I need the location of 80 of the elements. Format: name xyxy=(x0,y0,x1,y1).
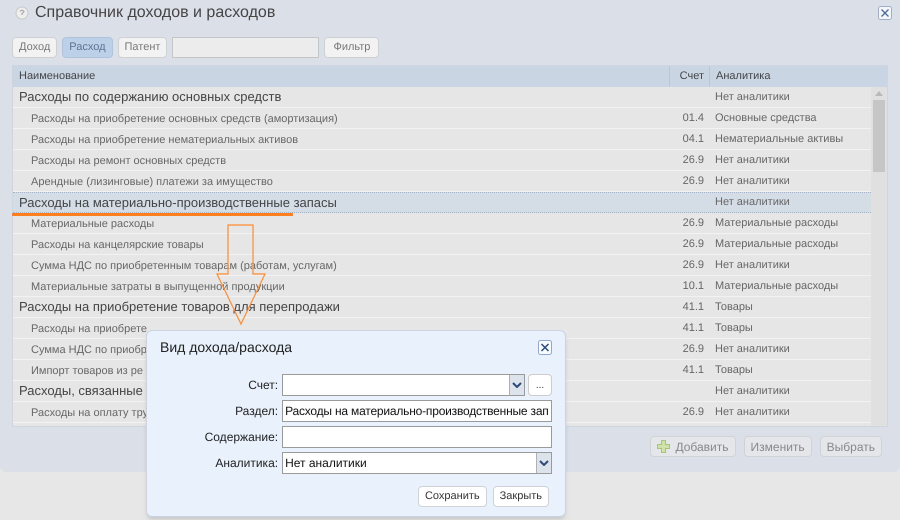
item-name: Импорт товаров из ре xyxy=(31,365,143,377)
table-row[interactable]: Материальные расходы 26.9 Материальные расходы xyxy=(13,213,871,234)
item-name: Арендные (лизинговые) платежи за имущество xyxy=(31,176,273,188)
scroll-up-icon[interactable] xyxy=(875,91,883,96)
field-label: Содержание: xyxy=(204,429,278,446)
account-cell-text: 26.9 xyxy=(682,404,705,420)
dialog-button[interactable]: Закрыть xyxy=(492,486,549,507)
column-header[interactable]: Счет xyxy=(669,66,709,87)
analytics-cell-text: Нет аналитики xyxy=(714,404,791,420)
analytics-cell-text: Нет аналитики xyxy=(714,90,791,105)
analytics-cell-text: Нет аналитики xyxy=(714,152,791,168)
field-label: Счет: xyxy=(247,377,278,394)
account-combo[interactable] xyxy=(282,374,525,396)
action-button[interactable]: Выбрать xyxy=(820,436,882,457)
table-row[interactable]: Расходы по содержанию основных средств Нет аналитики xyxy=(13,87,871,108)
action-button[interactable]: Изменить xyxy=(744,436,812,457)
analytics-cell-text: Материальные расходы xyxy=(714,236,840,252)
analytics-cell-text: Нет аналитики xyxy=(714,258,791,273)
field-label: Аналитика: xyxy=(214,455,278,472)
analytics-select[interactable]: Нет аналитики xyxy=(282,452,552,474)
account-cell-text: 26.9 xyxy=(682,258,705,273)
analytics-cell-text: Материальные расходы xyxy=(714,278,840,294)
analytics-cell-text: Товары xyxy=(714,300,754,315)
account-cell-text: 41.1 xyxy=(682,362,705,378)
account-cell-text: 10.1 xyxy=(682,278,705,294)
help-icon[interactable] xyxy=(15,6,29,20)
account-cell-text: 41.1 xyxy=(682,320,705,336)
group-name: Расходы по содержанию основных средств xyxy=(19,89,282,104)
scroll-thumb[interactable] xyxy=(873,100,885,172)
caret-icon xyxy=(512,382,522,388)
account-cell-text: 26.9 xyxy=(682,216,705,231)
group-name: Расходы на материально-производственные запасы xyxy=(19,194,337,210)
analytics-cell-text: Материальные расходы xyxy=(714,216,840,231)
analytics-cell-text: Нематериальные активы xyxy=(714,132,844,147)
account-cell-text: 41.1 xyxy=(682,300,705,315)
plus-icon xyxy=(657,440,670,453)
table-row[interactable]: Расходы на ремонт основных средств 26.9 Нет аналитики xyxy=(13,150,871,171)
group-name: Расходы, связанные xyxy=(19,383,143,398)
item-name: Расходы на приобретение основных средств (амортизация) xyxy=(31,113,338,125)
item-name: Материальные расходы xyxy=(31,218,154,230)
browse-button[interactable]: ... xyxy=(528,374,552,396)
account-cell-text: 26.9 xyxy=(682,152,705,168)
close-icon[interactable] xyxy=(538,340,552,354)
analytics-cell-text: Основные средства xyxy=(714,110,818,126)
column-header[interactable]: Наименование xyxy=(13,66,669,87)
analytics-cell-text: Нет аналитики xyxy=(714,195,791,210)
account-cell-text: 26.9 xyxy=(682,236,705,252)
item-name: Расходы на канцелярские товары xyxy=(31,239,204,251)
caret-icon xyxy=(539,460,549,466)
item-name: Расходы на приобретение нематериальных активов xyxy=(31,134,298,146)
add-button[interactable]: Добавить xyxy=(650,436,736,457)
filter-tab[interactable]: Патент xyxy=(118,37,168,58)
input-field[interactable] xyxy=(282,426,552,448)
analytics-cell-text: Товары xyxy=(714,320,754,336)
table-row[interactable]: Расходы на канцелярские товары 26.9 Материальные расходы xyxy=(13,234,871,255)
account-cell-text: 01.4 xyxy=(682,110,705,126)
table-row[interactable]: Расходы на материально-производственные запасы Нет аналитики xyxy=(13,192,871,213)
window-title: Справочник доходов и расходов xyxy=(35,3,276,23)
filter-button[interactable]: Фильтр xyxy=(324,37,380,58)
analytics-cell-text: Нет аналитики xyxy=(714,342,791,357)
filter-tab[interactable]: Расход xyxy=(62,37,113,58)
account-cell-text: 04.1 xyxy=(682,132,705,147)
account-cell-text: 26.9 xyxy=(682,174,705,189)
scrollbar[interactable] xyxy=(871,87,887,426)
analytics-cell-text: Нет аналитики xyxy=(714,384,791,399)
analytics-cell-text: Товары xyxy=(714,362,754,378)
dialog-button[interactable]: Сохранить xyxy=(418,486,487,507)
table-row[interactable]: Расходы на приобретение нематериальных активов 04.1 Нематериальные активы xyxy=(13,129,871,150)
dialog-title: Вид дохода/расхода xyxy=(160,338,294,357)
search-field[interactable] xyxy=(172,37,320,58)
item-name: Сумма НДС по приобр xyxy=(31,344,147,356)
close-icon[interactable] xyxy=(878,6,892,20)
item-name: Расходы на ремонт основных средств xyxy=(31,155,226,167)
filter-tab[interactable]: Доход xyxy=(12,37,58,58)
field-label: Раздел: xyxy=(234,403,278,420)
account-cell-text: 26.9 xyxy=(682,342,705,357)
analytics-cell-text: Нет аналитики xyxy=(714,174,791,189)
item-name: Расходы на приобрете xyxy=(31,323,148,335)
table-row[interactable]: Расходы на приобретение основных средств (амортизация) 01.4 Основные средства xyxy=(13,108,871,129)
input-field[interactable]: Расходы на материально-производственные зап xyxy=(282,400,552,422)
